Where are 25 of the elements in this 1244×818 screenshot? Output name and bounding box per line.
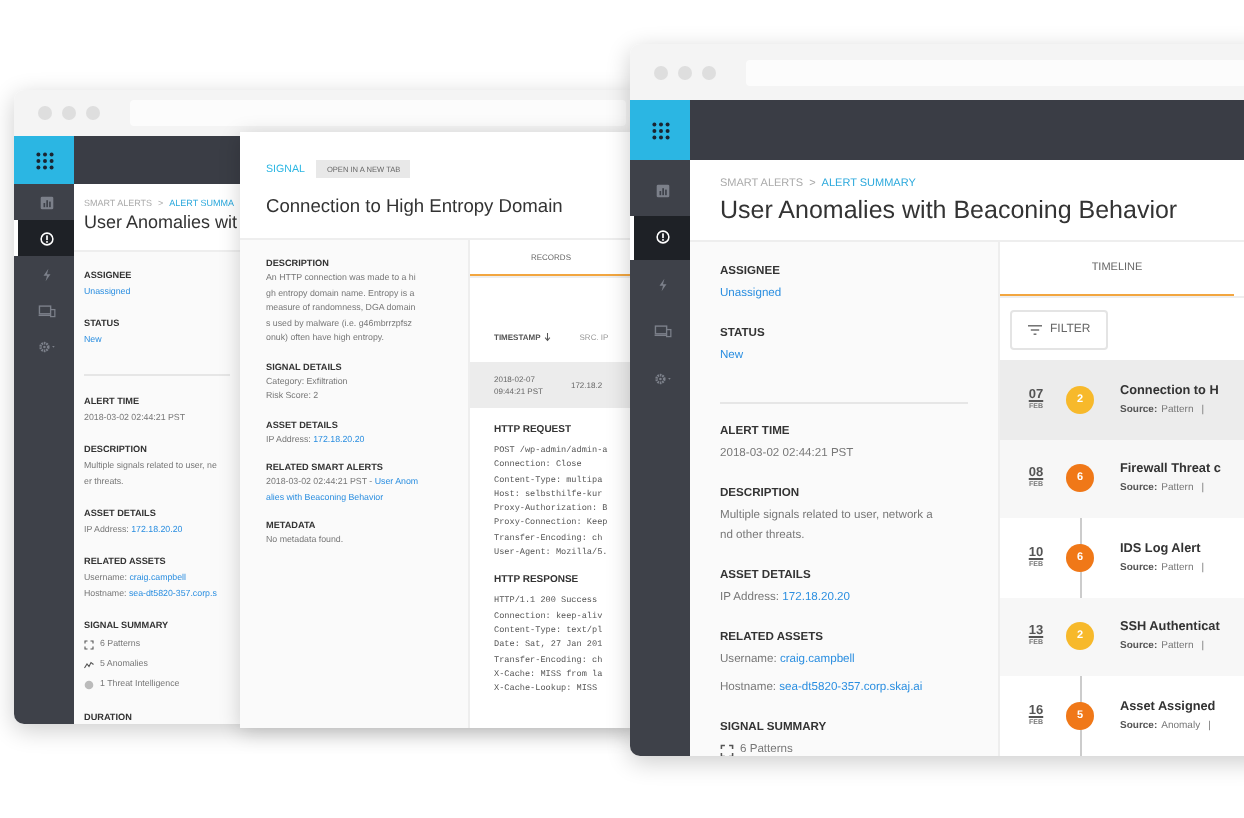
- grid-icon: [649, 119, 671, 141]
- gear-icon: [37, 339, 55, 353]
- apps-button[interactable]: [630, 100, 690, 160]
- chart-icon: [39, 195, 53, 209]
- page-title: User Anomalies with Beaconing Behavior: [720, 196, 1180, 224]
- panel-title: Connection to High Entropy Domain: [266, 196, 565, 216]
- grid-icon: [33, 149, 55, 171]
- chart-icon: [655, 183, 669, 197]
- devices-icon: [653, 324, 671, 338]
- alert-icon: [39, 231, 53, 245]
- gear-icon: [653, 371, 671, 385]
- bolt-icon: [39, 267, 53, 281]
- bolt-icon: [655, 277, 669, 291]
- nav-item[interactable]: [630, 215, 690, 259]
- apps-button[interactable]: [14, 136, 74, 184]
- devices-icon: [37, 303, 55, 317]
- nav-item[interactable]: [14, 220, 74, 256]
- disc-icon: [84, 679, 94, 689]
- page-title: User Anomalies wit: [84, 212, 240, 232]
- arrow-down-icon: [544, 331, 552, 341]
- scan-frame-icon: [720, 743, 734, 756]
- trend-line-icon: [84, 659, 94, 669]
- scan-frame-icon: [84, 639, 94, 649]
- filter-icon: [1028, 323, 1042, 335]
- alert-icon: [655, 230, 669, 244]
